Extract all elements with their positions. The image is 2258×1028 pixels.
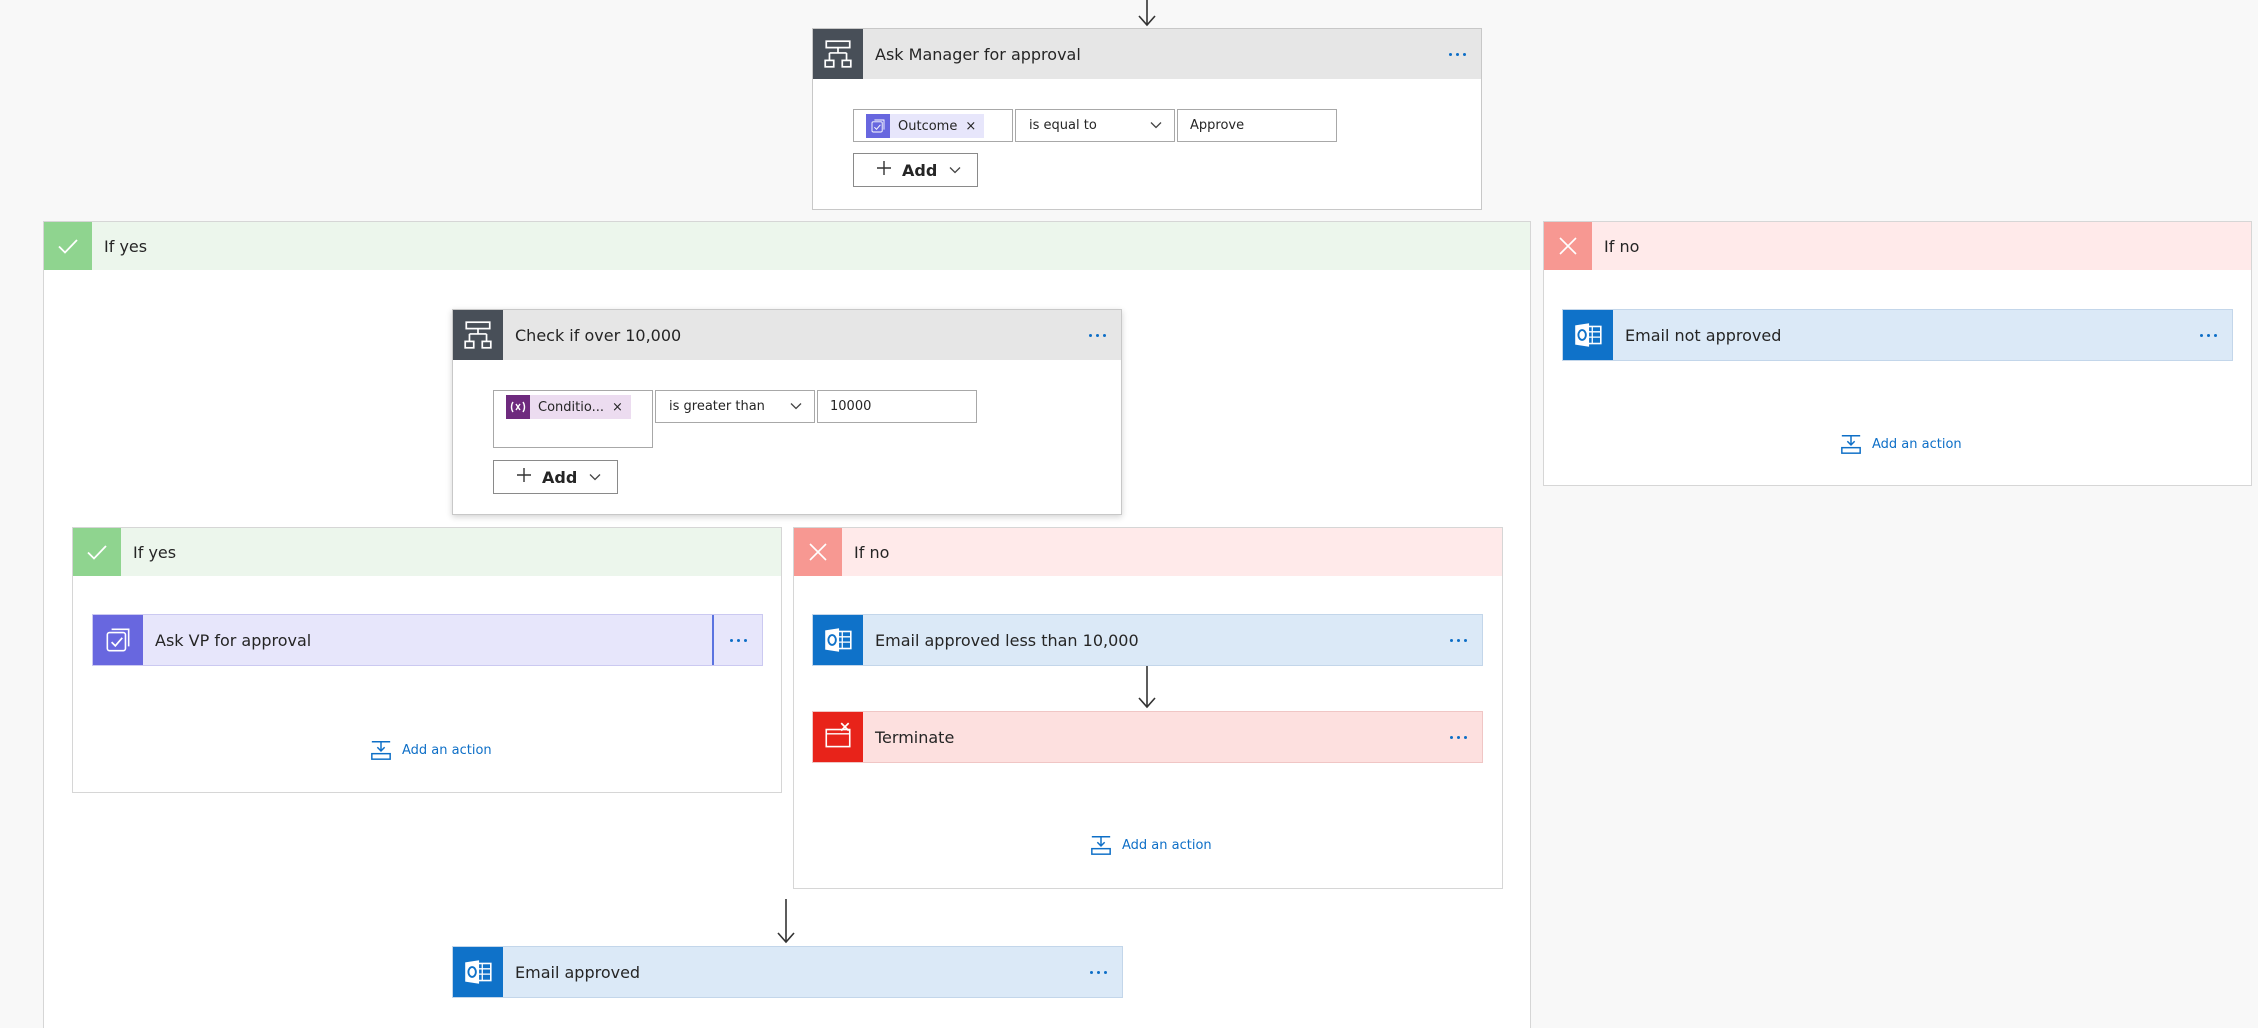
more-options-icon[interactable]	[714, 615, 762, 665]
chevron-down-icon	[589, 473, 601, 481]
operator-select[interactable]: is equal to	[1015, 109, 1175, 142]
add-label: Add	[542, 467, 578, 487]
connector-arrow	[1138, 0, 1156, 27]
condition-card-check-over-10000[interactable]: Check if over 10,000 Conditio... × is gr…	[452, 309, 1122, 515]
add-action-icon	[370, 739, 392, 761]
approval-icon	[93, 615, 143, 665]
plus-icon	[876, 160, 892, 180]
branch-header-if-no[interactable]: If no	[794, 528, 1502, 576]
add-an-action-link[interactable]: Add an action	[1090, 834, 1212, 856]
branch-label: If yes	[104, 236, 148, 256]
add-action-label: Add an action	[1872, 436, 1962, 452]
action-ask-vp-for-approval[interactable]: Ask VP for approval	[92, 614, 763, 666]
action-title: Email approved less than 10,000	[875, 630, 1139, 650]
connector-arrow	[1138, 666, 1156, 709]
condition-left-operand[interactable]: Outcome ×	[853, 109, 1013, 142]
action-email-not-approved[interactable]: Email not approved	[1562, 309, 2233, 361]
dynamic-token-condition[interactable]: Conditio... ×	[506, 395, 631, 419]
variable-icon	[506, 395, 530, 419]
more-options-icon[interactable]	[1434, 615, 1482, 665]
check-icon	[73, 528, 121, 576]
add-row-button[interactable]: Add	[493, 460, 618, 494]
branch-label: If no	[854, 542, 890, 562]
add-label: Add	[902, 160, 938, 180]
token-remove-icon[interactable]: ×	[612, 395, 631, 419]
action-email-approved-less-than-10000[interactable]: Email approved less than 10,000	[812, 614, 1483, 666]
condition-card-header[interactable]: Check if over 10,000	[453, 310, 1121, 360]
add-an-action-link[interactable]: Add an action	[1840, 433, 1962, 455]
chevron-down-icon	[1150, 121, 1162, 129]
branch-header-if-yes[interactable]: If yes	[44, 222, 1530, 270]
x-icon	[794, 528, 842, 576]
condition-icon	[453, 310, 503, 360]
token-label: Outcome	[898, 118, 958, 134]
chevron-down-icon	[790, 402, 802, 410]
condition-value-input[interactable]: Approve	[1177, 109, 1337, 142]
check-icon	[44, 222, 92, 270]
action-title: Ask VP for approval	[143, 615, 714, 665]
condition-value: 10000	[830, 399, 872, 414]
branch-label: If yes	[133, 542, 177, 562]
connector-arrow	[777, 899, 795, 944]
operator-value: is greater than	[669, 399, 765, 414]
operator-value: is equal to	[1029, 118, 1097, 133]
add-an-action-link[interactable]: Add an action	[370, 739, 492, 761]
condition-left-operand[interactable]: Conditio... ×	[493, 390, 653, 448]
more-options-icon[interactable]	[1433, 29, 1481, 79]
dynamic-token-outcome[interactable]: Outcome ×	[866, 114, 985, 138]
branch-label: If no	[1604, 236, 1640, 256]
condition-card-header[interactable]: Ask Manager for approval	[813, 29, 1481, 79]
more-options-icon[interactable]	[1074, 947, 1122, 997]
branch-header-if-yes[interactable]: If yes	[73, 528, 781, 576]
outlook-icon	[1563, 310, 1613, 360]
action-title: Terminate	[875, 727, 955, 747]
more-options-icon[interactable]	[1434, 712, 1482, 762]
condition-value-input[interactable]: 10000	[817, 390, 977, 423]
condition-card-ask-manager[interactable]: Ask Manager for approval Outcome × is eq…	[812, 28, 1482, 210]
branch-header-if-no[interactable]: If no	[1544, 222, 2251, 270]
token-remove-icon[interactable]: ×	[965, 114, 984, 138]
action-title: Email approved	[515, 962, 641, 982]
plus-icon	[516, 467, 532, 487]
approval-icon	[866, 114, 890, 138]
x-icon	[1544, 222, 1592, 270]
add-action-label: Add an action	[402, 742, 492, 758]
add-row-button[interactable]: Add	[853, 153, 978, 187]
terminate-icon	[813, 712, 863, 762]
add-action-icon	[1840, 433, 1862, 455]
action-email-approved[interactable]: Email approved	[452, 946, 1123, 998]
outlook-icon	[813, 615, 863, 665]
token-label: Conditio...	[538, 399, 604, 415]
more-options-icon[interactable]	[1073, 310, 1121, 360]
condition-title: Check if over 10,000	[515, 325, 682, 345]
more-options-icon[interactable]	[2184, 310, 2232, 360]
action-title: Email not approved	[1625, 325, 1782, 345]
action-terminate[interactable]: Terminate	[812, 711, 1483, 763]
chevron-down-icon	[949, 166, 961, 174]
add-action-icon	[1090, 834, 1112, 856]
condition-icon	[813, 29, 863, 79]
operator-select[interactable]: is greater than	[655, 390, 815, 423]
condition-value: Approve	[1190, 118, 1245, 133]
condition-title: Ask Manager for approval	[875, 44, 1081, 64]
add-action-label: Add an action	[1122, 837, 1212, 853]
outlook-icon	[453, 947, 503, 997]
